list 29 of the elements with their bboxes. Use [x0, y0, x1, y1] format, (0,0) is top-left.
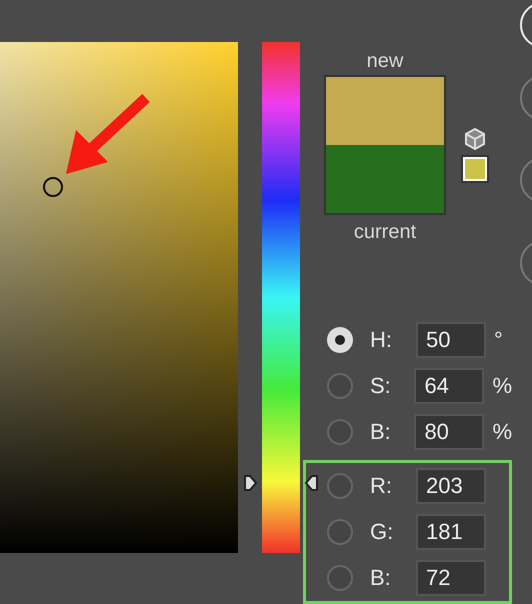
field-label: B: — [370, 565, 392, 591]
input-field[interactable]: 181 — [416, 514, 486, 550]
radio-button[interactable] — [327, 519, 353, 545]
new-label: new — [366, 50, 404, 72]
input-field[interactable]: 50 — [416, 322, 486, 358]
field-label: R: — [370, 473, 393, 499]
slider-thumb[interactable] — [243, 474, 258, 492]
slider-thumb[interactable] — [304, 474, 319, 492]
radio-button[interactable] — [327, 473, 353, 499]
field-label: H: — [370, 327, 393, 353]
radio-button[interactable] — [327, 565, 353, 591]
unit-label: % — [492, 419, 512, 445]
unit-label: ° — [494, 327, 503, 353]
input-field[interactable]: 64 — [414, 368, 484, 404]
unit-label: % — [492, 373, 512, 399]
color-marker[interactable] — [43, 177, 63, 197]
input-field[interactable]: 203 — [416, 468, 486, 504]
color-field[interactable] — [0, 42, 238, 553]
radio-button[interactable] — [327, 373, 353, 399]
field-label: S: — [370, 373, 392, 399]
current-label: current — [354, 221, 416, 243]
web-color-swatch[interactable] — [463, 157, 487, 181]
field-label: G: — [370, 519, 394, 545]
radio-button[interactable] — [327, 419, 353, 445]
field-label: B: — [370, 419, 392, 445]
input-field[interactable]: 72 — [416, 560, 486, 596]
radio-button[interactable] — [327, 327, 353, 353]
cube-icon[interactable] — [464, 127, 486, 151]
input-field[interactable]: 80 — [414, 414, 484, 450]
